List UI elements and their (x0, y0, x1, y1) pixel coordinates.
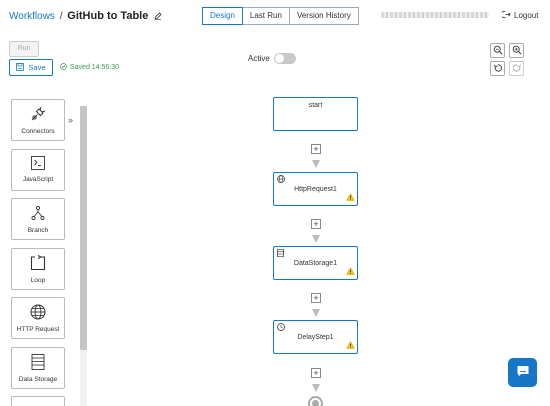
flow-node-delaystep1[interactable]: DelayStep1 (273, 320, 358, 354)
sidebar-item-branch[interactable]: Branch (11, 198, 65, 240)
add-step-button[interactable]: + (311, 293, 321, 303)
redo-button[interactable] (509, 61, 524, 76)
zoom-in-button[interactable] (509, 43, 524, 58)
clock-icon (277, 323, 285, 333)
flow-node-datastorage1[interactable]: DataStorage1 (273, 246, 358, 280)
flow-node-httprequest1[interactable]: HttpRequest1 (273, 172, 358, 206)
sidebar-scrollbar-thumb[interactable] (80, 106, 87, 350)
breadcrumb: Workflows / GitHub to Table (9, 10, 162, 23)
breadcrumb-workflows-link[interactable]: Workflows (9, 11, 55, 22)
add-step-button[interactable]: + (311, 219, 321, 229)
warning-icon (346, 340, 355, 351)
active-toggle-knob (274, 54, 284, 63)
sidebar-item-label: Loop (30, 277, 46, 284)
zoom-out-icon (493, 45, 503, 57)
sidebar-item-label: Branch (27, 227, 49, 234)
globe-icon (277, 175, 285, 185)
sidebar-item-connectors[interactable]: Connectors (11, 99, 65, 141)
sidebar-item-loop[interactable]: Loop (11, 248, 65, 290)
active-label: Active (248, 54, 270, 63)
undo-button[interactable] (490, 61, 505, 76)
terminal-icon (31, 156, 45, 172)
tab-design[interactable]: Design (202, 7, 243, 25)
double-chevron-right-icon[interactable]: » (68, 115, 73, 125)
add-step-button[interactable]: + (311, 144, 321, 154)
undo-icon (493, 63, 503, 75)
sidebar-item-label: Connectors (21, 128, 55, 135)
warning-icon (346, 192, 355, 203)
active-control: Active (248, 53, 296, 64)
storage-icon (277, 248, 284, 259)
user-email-blurred (381, 12, 489, 18)
loop-icon (30, 255, 46, 273)
sidebar-item-javascript[interactable]: JavaScript (11, 149, 65, 191)
flow-node-label: start (308, 102, 323, 109)
flow-node-label: HttpRequest1 (294, 186, 337, 193)
header: Workflows / GitHub to Table Design Last … (0, 0, 550, 34)
active-toggle[interactable] (273, 53, 296, 64)
workflow-title: GitHub to Table (67, 10, 149, 22)
tab-last-run[interactable]: Last Run (242, 7, 290, 25)
edit-title-pencil-icon[interactable] (154, 12, 162, 23)
flow-arrow (312, 235, 320, 243)
redo-icon (512, 63, 522, 75)
sidebar-item-label: JavaScript (22, 176, 54, 183)
tab-version-history[interactable]: Version History (289, 7, 359, 25)
logout-button[interactable]: Logout (500, 10, 539, 21)
save-label: Save (28, 63, 46, 72)
run-button[interactable]: Run (9, 41, 39, 57)
sidebar-item-label: Data Storage (18, 376, 58, 383)
sidebar-scrollbar[interactable] (80, 106, 87, 406)
sidebar-item-http-request[interactable]: HTTP Request (11, 297, 65, 339)
sidebar-item-more[interactable] (11, 396, 65, 406)
zoom-out-button[interactable] (490, 43, 505, 58)
flow-node-start[interactable]: start (273, 97, 358, 131)
flow-arrow (312, 384, 320, 392)
add-step-button[interactable]: + (311, 368, 321, 378)
check-circle-icon (60, 63, 67, 72)
globe-icon (30, 304, 46, 322)
flow-end-dot (312, 400, 319, 406)
save-icon (16, 62, 25, 73)
chat-bubble-icon (516, 365, 530, 380)
flow-node-label: DelayStep1 (297, 334, 334, 341)
save-button[interactable]: Save (9, 59, 53, 76)
flow-node-label: DataStorage1 (293, 260, 338, 267)
breadcrumb-separator: / (59, 11, 63, 22)
chat-support-button[interactable] (508, 358, 537, 387)
storage-icon (31, 354, 45, 372)
saved-status: Saved 14:56:30 (60, 63, 119, 72)
warning-icon (346, 266, 355, 277)
flow-arrow (312, 160, 320, 168)
branch-icon (31, 205, 45, 223)
zoom-in-icon (512, 45, 522, 57)
view-tabs: Design Last Run Version History (202, 7, 359, 25)
flow-end-node (308, 396, 323, 406)
sidebar-item-label: HTTP Request (16, 326, 60, 333)
logout-label: Logout (514, 11, 539, 20)
saved-status-text: Saved 14:56:30 (70, 64, 120, 71)
flow-arrow (312, 309, 320, 317)
plug-icon (30, 106, 46, 124)
logout-icon (500, 10, 511, 21)
sidebar-item-data-storage[interactable]: Data Storage (11, 347, 65, 389)
